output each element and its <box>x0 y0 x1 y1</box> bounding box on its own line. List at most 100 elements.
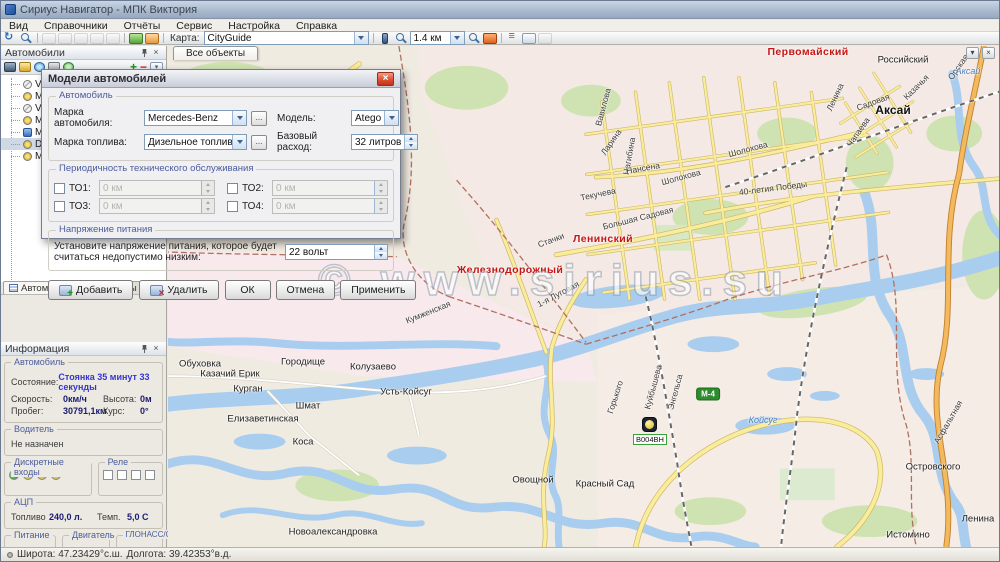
relay-checkbox[interactable] <box>103 470 113 480</box>
spin-down-icon[interactable] <box>405 142 417 149</box>
pin-icon[interactable] <box>138 47 150 58</box>
state-value: Стоянка 35 минут 33 секунды <box>58 372 156 392</box>
close-icon[interactable]: × <box>982 47 995 59</box>
menu-item[interactable]: Справка <box>288 20 345 32</box>
vehicle-status-icon <box>23 116 32 125</box>
zoom-in-icon[interactable] <box>467 33 481 44</box>
chevron-down-icon[interactable] <box>450 32 464 44</box>
report-icon[interactable] <box>106 33 120 44</box>
search-icon[interactable] <box>19 33 33 44</box>
vehicle-marker-icon <box>642 417 657 432</box>
menu-item[interactable]: Отчёты <box>116 20 169 32</box>
copy-icon[interactable] <box>58 33 72 44</box>
close-icon[interactable]: × <box>150 47 162 58</box>
to4-checkbox[interactable] <box>227 201 238 212</box>
chart-icon[interactable] <box>145 33 159 44</box>
driver-value: Не назначен <box>11 439 63 449</box>
window-title: Сириус Навигатор - МПК Виктория <box>20 4 197 16</box>
scale-select[interactable]: 1.4 км <box>410 31 465 45</box>
add-icon <box>59 285 72 296</box>
latitude-value: 47.23429°с.ш. <box>58 549 122 560</box>
relay-group: Реле <box>98 462 163 496</box>
main-toolbar: Карта: CityGuide 1.4 км <box>1 32 999 45</box>
longitude-label: Долгота: <box>127 549 167 560</box>
vehicle-status-icon <box>23 92 32 101</box>
title-bar[interactable]: Сириус Навигатор - МПК Виктория <box>1 1 999 19</box>
tab-all-objects[interactable]: Все объекты <box>173 46 258 60</box>
consumption-spinner[interactable]: 32 литров <box>351 134 418 150</box>
grid-icon[interactable] <box>90 33 104 44</box>
speed-value: 0км/ч <box>63 394 103 404</box>
dialog-title-bar[interactable]: Модели автомобилей × <box>42 70 400 88</box>
list-icon <box>9 284 18 292</box>
spin-up-icon[interactable] <box>375 245 387 252</box>
menu-bar: ВидСправочникиОтчётыСервисНастройкаСправ… <box>1 20 999 32</box>
course-value: 0° <box>140 406 149 416</box>
pin-icon[interactable] <box>138 343 150 354</box>
apply-button[interactable]: Применить <box>340 280 416 300</box>
status-icon <box>7 552 13 558</box>
dialog-title: Модели автомобилей <box>48 73 166 85</box>
list-icon[interactable] <box>506 33 520 44</box>
car-icon[interactable] <box>4 62 16 72</box>
ruler-icon[interactable] <box>382 33 388 44</box>
info-panel: Автомобиль Состояние: Стоянка 35 минут 3… <box>1 356 166 547</box>
close-icon[interactable]: × <box>377 72 394 86</box>
to4-spinner[interactable]: 0 км <box>272 198 388 214</box>
edit-icon[interactable] <box>19 62 31 72</box>
refresh-icon[interactable] <box>3 33 17 44</box>
spin-up-icon[interactable] <box>405 135 417 142</box>
temp-value: 5,0 C <box>127 512 149 522</box>
separator <box>163 33 164 43</box>
chevron-down-icon[interactable] <box>384 111 398 125</box>
edit-icon[interactable] <box>42 33 56 44</box>
to1-spinner[interactable]: 0 км <box>99 180 215 196</box>
home-icon[interactable] <box>483 33 497 44</box>
to2-spinner[interactable]: 0 км <box>272 180 388 196</box>
map-select-label: Карта: <box>170 33 200 44</box>
chevron-down-icon[interactable] <box>232 111 246 125</box>
add-button[interactable]: Добавить <box>48 280 133 300</box>
voltage-spinner[interactable]: 22 вольт <box>285 244 388 260</box>
model-select[interactable]: Atego <box>351 110 399 126</box>
to3-checkbox[interactable] <box>54 201 65 212</box>
note-icon[interactable] <box>522 33 536 44</box>
select-icon[interactable] <box>538 33 552 44</box>
delete-button[interactable]: Удалить <box>139 280 218 300</box>
fuel-select[interactable]: Дизельное топливо <box>144 134 247 150</box>
to1-checkbox[interactable] <box>54 183 65 194</box>
close-icon[interactable]: × <box>150 343 162 354</box>
browse-brand-button[interactable]: ... <box>251 111 267 126</box>
spin-down-icon[interactable] <box>375 252 387 259</box>
separator <box>37 33 38 43</box>
chevron-down-icon[interactable] <box>354 32 368 44</box>
mileage-value: 30791,1км <box>63 406 103 416</box>
to2-checkbox[interactable] <box>227 183 238 194</box>
relay-checkbox[interactable] <box>117 470 127 480</box>
road-badge: М-4 <box>696 388 720 401</box>
menu-item[interactable]: Сервис <box>168 20 220 32</box>
menu-item[interactable]: Настройка <box>220 20 288 32</box>
adc-group: АЦП Топливо 240,0 л. Темп. 5,0 C <box>4 502 163 529</box>
info-vehicle-group: Автомобиль Состояние: Стоянка 35 минут 3… <box>4 362 163 423</box>
to3-spinner[interactable]: 0 км <box>99 198 215 214</box>
browse-fuel-button[interactable]: ... <box>251 135 267 150</box>
relay-checkbox[interactable] <box>145 470 155 480</box>
menu-item[interactable]: Справочники <box>36 20 116 32</box>
zoom-out-icon[interactable] <box>394 33 408 44</box>
status-bar: Широта: 47.23429°с.ш. Долгота: 39.42353°… <box>1 547 999 561</box>
chevron-down-icon[interactable]: ▾ <box>966 47 979 59</box>
latitude-label: Широта: <box>17 549 55 560</box>
cancel-button[interactable]: Отмена <box>276 280 336 300</box>
fuel-value: 240,0 л. <box>49 512 97 522</box>
chevron-down-icon[interactable] <box>232 135 246 149</box>
vehicle-filter-icon[interactable] <box>129 33 143 44</box>
separator <box>501 33 502 43</box>
brand-select[interactable]: Mercedes-Benz <box>144 110 247 126</box>
map-select[interactable]: CityGuide <box>204 31 369 45</box>
undo-icon[interactable] <box>74 33 88 44</box>
longitude-value: 39.42353°в.д. <box>169 549 231 560</box>
vehicle-marker[interactable]: В004ВН <box>633 417 667 445</box>
ok-button[interactable]: ОК <box>225 280 271 300</box>
relay-checkbox[interactable] <box>131 470 141 480</box>
